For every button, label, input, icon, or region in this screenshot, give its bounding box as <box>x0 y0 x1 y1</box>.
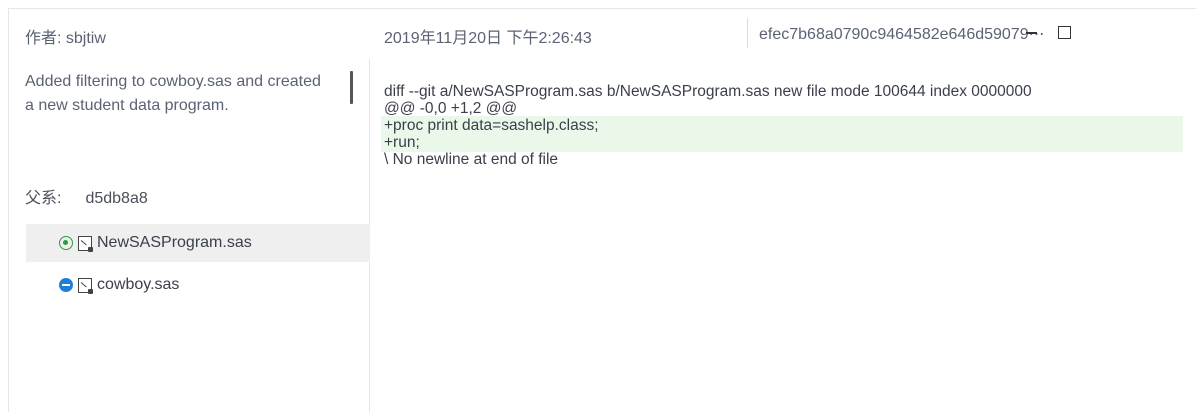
header-divider <box>747 18 748 48</box>
sas-file-icon <box>78 277 93 294</box>
file-name: cowboy.sas <box>97 276 180 293</box>
message-scrollbar[interactable] <box>350 71 353 104</box>
commit-message: Added filtering to cowboy.sas and create… <box>25 73 321 114</box>
parent-hash-link[interactable]: d5db8a8 <box>85 190 147 207</box>
sas-file-icon <box>78 235 93 252</box>
maximize-icon[interactable] <box>1053 20 1075 44</box>
modified-status-icon <box>59 278 73 292</box>
diff-added-line: +run; <box>384 134 420 151</box>
commit-date: 2019年11月20日 下午2:26:43 <box>384 30 592 47</box>
file-name: NewSASProgram.sas <box>97 234 252 251</box>
parent-label: 父系: <box>25 190 62 207</box>
commit-info-panel: Added filtering to cowboy.sas and create… <box>9 59 370 412</box>
changed-file-item[interactable]: cowboy.sas <box>26 266 370 304</box>
commit-header: 作者: sbjtiw 2019年11月20日 下午2:26:43 efec7b6… <box>9 9 1196 59</box>
commit-details-panel: 作者: sbjtiw 2019年11月20日 下午2:26:43 efec7b6… <box>8 8 1196 412</box>
diff-hunk-line: @@ -0,0 +1,2 @@ <box>384 100 518 117</box>
diff-added-line: +proc print data=sashelp.class; <box>384 117 599 134</box>
diff-viewer: diff --git a/NewSASProgram.sas b/NewSASP… <box>371 59 1196 412</box>
added-status-icon <box>59 236 73 250</box>
changed-file-item[interactable]: NewSASProgram.sas <box>26 224 370 262</box>
diff-header-line: diff --git a/NewSASProgram.sas b/NewSASP… <box>384 83 1032 100</box>
diff-context-line: \ No newline at end of file <box>384 151 559 168</box>
commit-author: 作者: sbjtiw <box>25 30 106 47</box>
parent-commit-row: 父系: d5db8a8 <box>25 184 148 208</box>
commit-hash[interactable]: efec7b68a0790c9464582e646d59079⋯ <box>759 24 1045 44</box>
minimize-icon[interactable] <box>1021 20 1043 44</box>
